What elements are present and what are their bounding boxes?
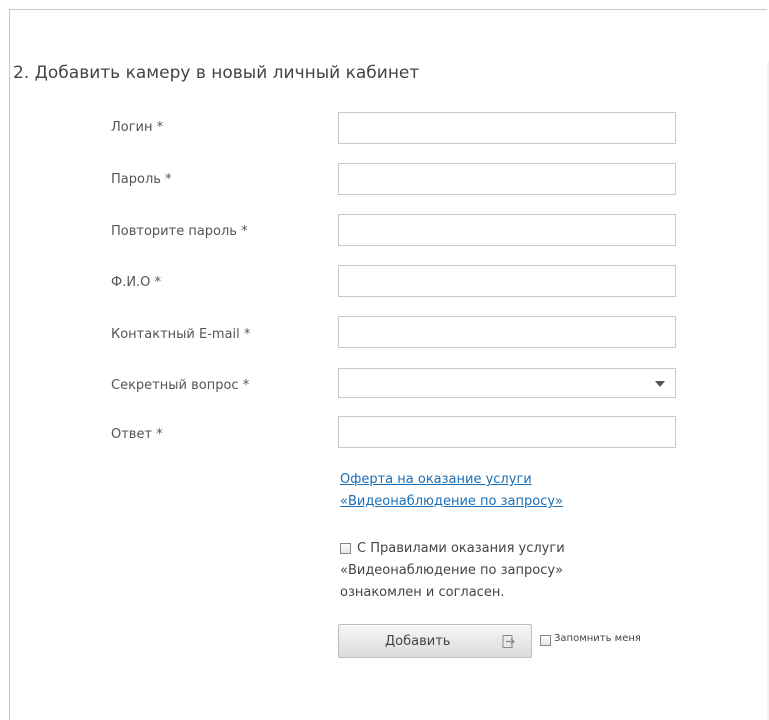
agreement-line-1: С Правилами оказания услуги bbox=[357, 541, 565, 556]
agreement-line-3: ознакомлен и согласен. bbox=[340, 585, 505, 600]
offer-link[interactable]: Оферта на оказание услуги bbox=[340, 470, 532, 490]
offer-link-line2[interactable]: «Видеонаблюдение по запросу» bbox=[340, 492, 563, 512]
add-button-label: Добавить bbox=[385, 634, 451, 649]
password-label: Пароль * bbox=[111, 172, 172, 187]
dropdown-arrow-icon[interactable] bbox=[655, 381, 665, 387]
remember-checkbox[interactable] bbox=[540, 635, 551, 646]
enter-icon bbox=[502, 635, 515, 648]
agreement-text: С Правилами оказания услуги «Видеонаблюд… bbox=[340, 538, 565, 604]
add-button[interactable]: Добавить bbox=[338, 624, 532, 658]
repeat-password-label: Повторите пароль * bbox=[111, 224, 248, 239]
secret-question-select[interactable] bbox=[338, 368, 676, 398]
answer-input[interactable] bbox=[338, 416, 676, 448]
full-name-input[interactable] bbox=[338, 265, 676, 297]
email-input[interactable] bbox=[338, 316, 676, 348]
repeat-password-input[interactable] bbox=[338, 214, 676, 246]
remember-label: Запомнить меня bbox=[554, 633, 641, 644]
full-name-label: Ф.И.О * bbox=[111, 275, 162, 290]
page-title: 2. Добавить камеру в новый личный кабине… bbox=[13, 63, 420, 83]
email-label: Контактный E-mail * bbox=[111, 327, 251, 342]
secret-question-label: Секретный вопрос * bbox=[111, 378, 250, 393]
login-input[interactable] bbox=[338, 112, 676, 144]
password-input[interactable] bbox=[338, 163, 676, 195]
agreement-line-2: «Видеонаблюдение по запросу» bbox=[340, 563, 564, 578]
login-label: Логин * bbox=[111, 120, 164, 135]
answer-label: Ответ * bbox=[111, 427, 163, 442]
